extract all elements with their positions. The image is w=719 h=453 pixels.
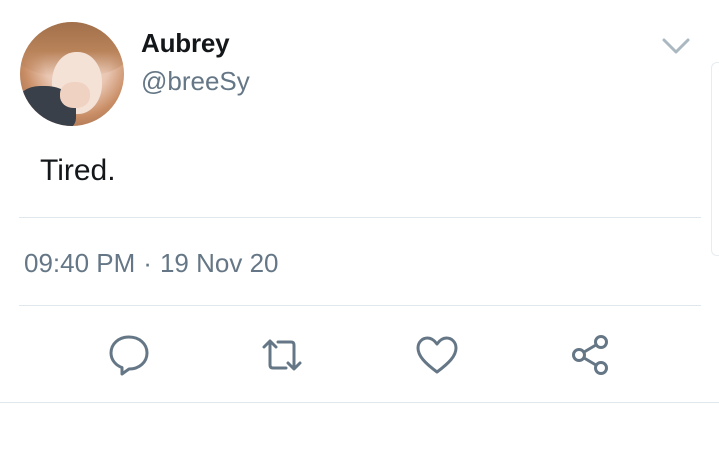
avatar-hand <box>60 82 90 108</box>
tweet-date: 19 Nov 20 <box>159 248 279 278</box>
divider <box>0 402 719 403</box>
retweet-button[interactable] <box>260 333 304 377</box>
tweet-timestamp[interactable]: 09:40 PM · 19 Nov 20 <box>24 248 279 279</box>
retweet-icon <box>262 339 302 371</box>
side-panel-edge <box>711 62 719 256</box>
tweet-card: Aubrey @breeSy Tired. 09:40 PM · 19 Nov 20 <box>0 0 719 453</box>
display-name[interactable]: Aubrey <box>141 28 230 59</box>
tweet-text: Tired. <box>40 154 116 187</box>
tweet-time: 09:40 PM <box>24 248 136 278</box>
divider <box>19 217 701 218</box>
share-icon <box>572 335 608 375</box>
like-button[interactable] <box>415 333 459 377</box>
share-button[interactable] <box>568 333 612 377</box>
avatar[interactable] <box>20 22 124 126</box>
reply-button[interactable] <box>107 333 151 377</box>
chevron-down-icon[interactable] <box>660 34 692 58</box>
reply-icon <box>109 335 149 376</box>
user-handle[interactable]: @breeSy <box>141 66 250 97</box>
divider <box>19 305 701 306</box>
heart-icon <box>416 336 458 374</box>
timestamp-separator: · <box>143 248 152 278</box>
